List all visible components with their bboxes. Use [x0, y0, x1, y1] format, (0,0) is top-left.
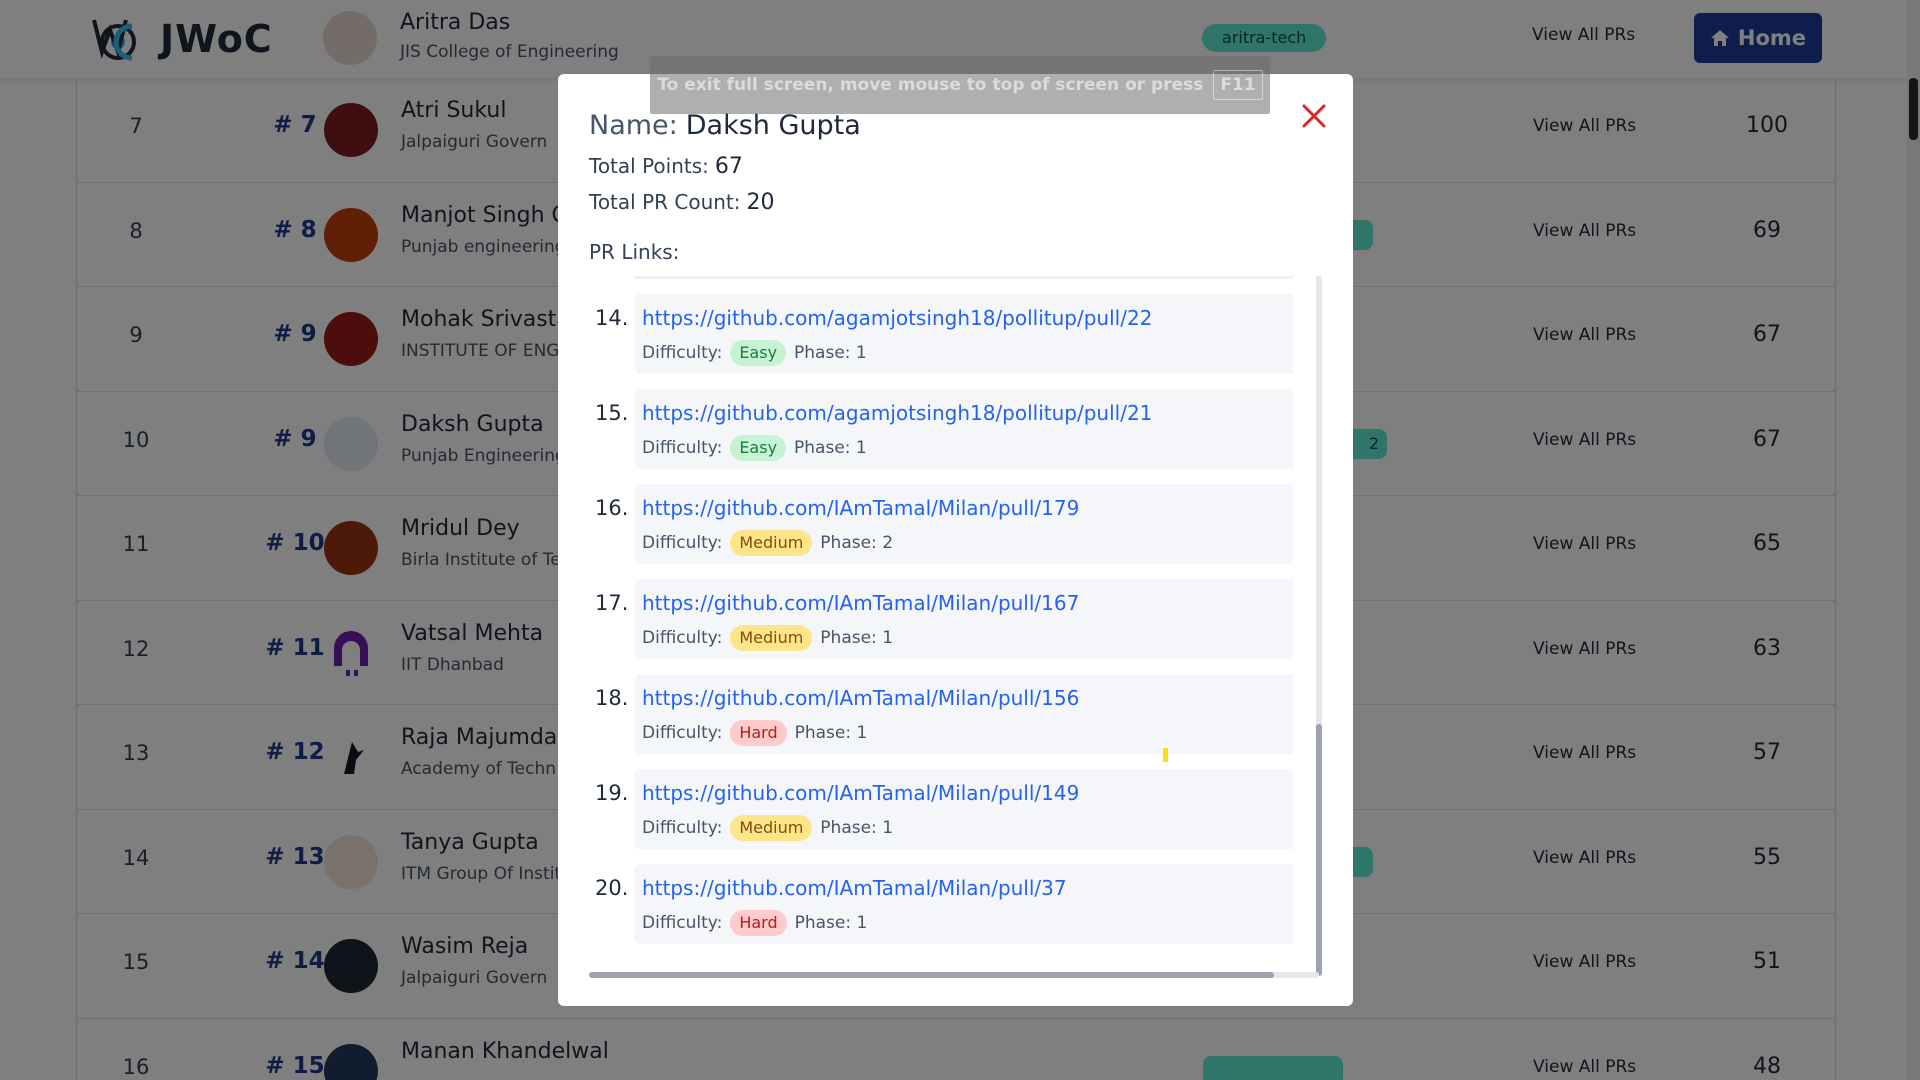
phase-text: Phase: 1 — [794, 343, 867, 363]
horizontal-scrollbar-thumb[interactable] — [589, 972, 1274, 978]
difficulty-label: Difficulty: — [642, 818, 723, 838]
difficulty-badge: Hard — [730, 720, 787, 746]
previous-item-edge — [634, 276, 1293, 279]
difficulty-label: Difficulty: — [642, 343, 723, 363]
difficulty-label: Difficulty: — [642, 723, 723, 743]
phase-text: Phase: 1 — [794, 913, 868, 933]
fullscreen-notice: To exit full screen, move mouse to top o… — [650, 56, 1270, 114]
total-pr-count-label: Total PR Count: — [589, 190, 741, 214]
pr-meta: Difficulty: Hard Phase: 1 — [642, 910, 867, 936]
phase-text: Phase: 1 — [794, 438, 867, 458]
pr-card: https://github.com/IAmTamal/Milan/pull/1… — [634, 769, 1293, 849]
difficulty-badge: Easy — [730, 435, 787, 461]
difficulty-label: Difficulty: — [642, 628, 723, 648]
difficulty-badge: Medium — [730, 625, 813, 651]
pr-index: 20. — [595, 876, 629, 900]
pr-card: https://github.com/IAmTamal/Milan/pull/1… — [634, 579, 1293, 659]
total-points: Total Points: 67 — [589, 154, 743, 179]
fullscreen-key: F11 — [1213, 70, 1263, 100]
pr-link[interactable]: https://github.com/IAmTamal/Milan/pull/3… — [642, 876, 1067, 900]
pr-index: 15. — [595, 401, 629, 425]
pr-meta: Difficulty: Easy Phase: 1 — [642, 340, 867, 366]
difficulty-label: Difficulty: — [642, 533, 723, 553]
pr-card: https://github.com/IAmTamal/Milan/pull/1… — [634, 484, 1293, 564]
pr-meta: Difficulty: Medium Phase: 1 — [642, 815, 893, 841]
name-label: Name: — [589, 110, 678, 141]
fullscreen-notice-text: To exit full screen, move mouse to top o… — [657, 75, 1204, 95]
total-pr-count: Total PR Count: 20 — [589, 190, 775, 215]
phase-text: Phase: 1 — [820, 818, 894, 838]
pr-list-item: 17. https://github.com/IAmTamal/Milan/pu… — [589, 579, 1293, 661]
pr-list-item: 18. https://github.com/IAmTamal/Milan/pu… — [589, 674, 1293, 756]
difficulty-badge: Medium — [730, 530, 813, 556]
pr-index: 19. — [595, 781, 629, 805]
vertical-scrollbar-thumb[interactable] — [1316, 724, 1322, 976]
pr-meta: Difficulty: Medium Phase: 1 — [642, 625, 893, 651]
phase-text: Phase: 2 — [820, 533, 894, 553]
pr-card: https://github.com/agamjotsingh18/pollit… — [634, 294, 1293, 374]
pr-list-item: 15. https://github.com/agamjotsingh18/po… — [589, 389, 1293, 471]
pr-link[interactable]: https://github.com/IAmTamal/Milan/pull/1… — [642, 591, 1079, 615]
pr-link[interactable]: https://github.com/agamjotsingh18/pollit… — [642, 401, 1152, 425]
pr-links-label: PR Links: — [589, 240, 680, 264]
text-cursor-marker — [1163, 748, 1168, 762]
phase-text: Phase: 1 — [794, 723, 868, 743]
total-points-label: Total Points: — [589, 154, 709, 178]
pr-links-list[interactable]: 14. https://github.com/agamjotsingh18/po… — [589, 276, 1293, 976]
pr-list-horizontal-scrollbar[interactable] — [589, 972, 1319, 978]
pr-link[interactable]: https://github.com/IAmTamal/Milan/pull/1… — [642, 781, 1079, 805]
pr-details-modal: Name: Daksh Gupta Total Points: 67 Total P… — [558, 74, 1353, 1006]
pr-meta: Difficulty: Easy Phase: 1 — [642, 435, 867, 461]
pr-list-item: 14. https://github.com/agamjotsingh18/po… — [589, 294, 1293, 376]
difficulty-label: Difficulty: — [642, 438, 723, 458]
total-pr-count-value: 20 — [746, 190, 775, 215]
difficulty-badge: Medium — [730, 815, 813, 841]
difficulty-label: Difficulty: — [642, 913, 723, 933]
pr-index: 16. — [595, 496, 629, 520]
difficulty-badge: Easy — [730, 340, 787, 366]
pr-index: 18. — [595, 686, 629, 710]
participant-name-heading: Name: Daksh Gupta — [589, 110, 861, 141]
pr-card: https://github.com/IAmTamal/Milan/pull/1… — [634, 674, 1293, 754]
pr-list-item: 19. https://github.com/IAmTamal/Milan/pu… — [589, 769, 1293, 851]
pr-index: 17. — [595, 591, 629, 615]
pr-link[interactable]: https://github.com/IAmTamal/Milan/pull/1… — [642, 686, 1079, 710]
pr-link[interactable]: https://github.com/agamjotsingh18/pollit… — [642, 306, 1152, 330]
total-points-value: 67 — [714, 154, 743, 179]
difficulty-badge: Hard — [730, 910, 787, 936]
phase-text: Phase: 1 — [820, 628, 894, 648]
pr-list-item: 16. https://github.com/IAmTamal/Milan/pu… — [589, 484, 1293, 566]
close-icon[interactable] — [1298, 100, 1330, 132]
pr-list-item: 20. https://github.com/IAmTamal/Milan/pu… — [589, 864, 1293, 946]
pr-meta: Difficulty: Hard Phase: 1 — [642, 720, 867, 746]
pr-index: 14. — [595, 306, 629, 330]
pr-link[interactable]: https://github.com/IAmTamal/Milan/pull/1… — [642, 496, 1079, 520]
name-value: Daksh Gupta — [685, 110, 861, 141]
pr-list-vertical-scrollbar[interactable] — [1316, 276, 1322, 976]
pr-card: https://github.com/agamjotsingh18/pollit… — [634, 389, 1293, 469]
pr-card: https://github.com/IAmTamal/Milan/pull/3… — [634, 864, 1293, 944]
pr-meta: Difficulty: Medium Phase: 2 — [642, 530, 893, 556]
